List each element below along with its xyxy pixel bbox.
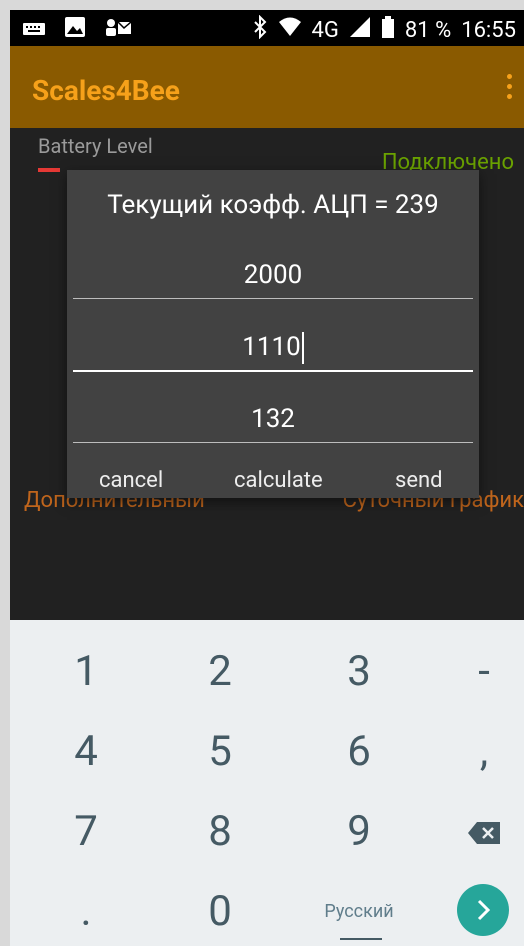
text-caret — [301, 332, 304, 365]
key-9[interactable]: 9 — [295, 792, 423, 872]
battery-percent: 81 % — [404, 17, 452, 43]
key-8[interactable]: 8 — [156, 792, 284, 872]
key-4[interactable]: 4 — [22, 712, 150, 792]
battery-level-bar — [38, 168, 60, 172]
key-comma[interactable]: , — [420, 712, 524, 792]
keyboard-icon — [22, 18, 46, 43]
send-button[interactable]: send — [395, 468, 443, 493]
input-field-1-underline — [73, 298, 473, 299]
bluetooth-icon — [252, 14, 268, 45]
language-underline — [340, 938, 382, 940]
key-7[interactable]: 7 — [22, 792, 150, 872]
overflow-menu-icon[interactable] — [504, 74, 514, 100]
wifi-icon — [278, 16, 302, 44]
calculate-button[interactable]: calculate — [234, 468, 323, 493]
key-6[interactable]: 6 — [295, 712, 423, 792]
key-period[interactable]: . — [22, 872, 150, 946]
key-2[interactable]: 2 — [156, 632, 284, 712]
key-0[interactable]: 0 — [156, 872, 284, 946]
phone-screen: 4G 81 % 16:55 Scales4Bee Battery Level П… — [10, 10, 524, 946]
status-bar: 4G 81 % 16:55 — [10, 10, 524, 46]
key-3[interactable]: 3 — [295, 632, 423, 712]
app-bar: Scales4Bee — [10, 46, 524, 128]
key-1[interactable]: 1 — [22, 632, 150, 712]
backspace-icon[interactable] — [420, 792, 524, 872]
input-field-3-underline — [73, 442, 473, 443]
input-field-2-underline — [73, 370, 473, 372]
key-minus[interactable]: - — [420, 632, 524, 712]
calibration-dialog: Текущий коэфф. АЦП = 239 2000 1110 132 c… — [67, 170, 479, 498]
network-type: 4G — [311, 17, 339, 43]
battery-icon — [381, 16, 395, 44]
app-title: Scales4Bee — [32, 74, 180, 107]
input-field-2[interactable]: 1110 — [73, 324, 473, 370]
cancel-button[interactable]: cancel — [99, 468, 163, 493]
input-field-3[interactable]: 132 — [73, 396, 473, 442]
battery-level-label: Battery Level — [38, 134, 153, 158]
input-field-2-value: 1110 — [242, 332, 301, 362]
image-icon — [64, 16, 86, 44]
key-5[interactable]: 5 — [156, 712, 284, 792]
go-arrow-icon[interactable] — [457, 884, 509, 936]
dialog-title: Текущий коэфф. АЦП = 239 — [107, 190, 439, 220]
contact-mail-icon — [104, 16, 132, 44]
signal-icon — [349, 16, 371, 44]
language-key[interactable]: Русский — [295, 872, 423, 946]
input-field-1[interactable]: 2000 — [73, 252, 473, 298]
numeric-keyboard: 1 2 3 - 4 5 6 , 7 8 9 . 0 Русский — [10, 620, 524, 946]
clock: 16:55 — [461, 17, 516, 43]
